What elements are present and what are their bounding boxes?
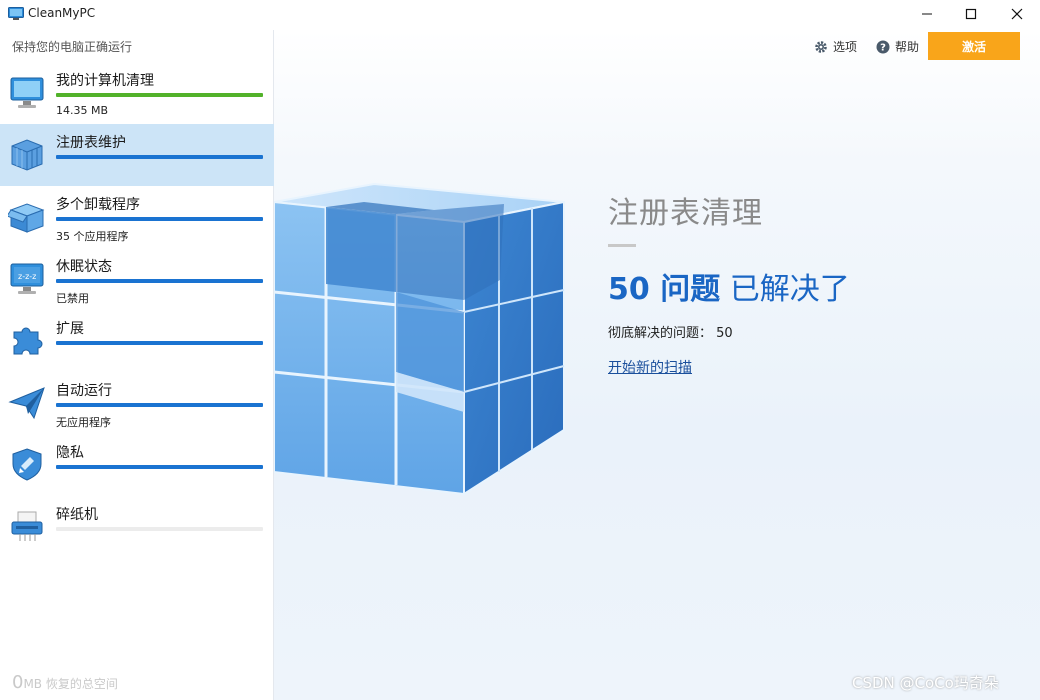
- app-logo-icon: [8, 7, 24, 20]
- sidebar-item-privacy[interactable]: 隐私: [0, 434, 274, 496]
- shield-icon: [12, 448, 42, 481]
- close-button[interactable]: [994, 0, 1040, 28]
- sidebar-item-hibernation[interactable]: z-z-z 休眠状态 已禁用: [0, 248, 274, 310]
- sidebar-item-shredder[interactable]: 碎纸机: [0, 496, 274, 558]
- activate-button[interactable]: 激活: [928, 32, 1020, 60]
- shredder-icon: [11, 511, 43, 541]
- paper-plane-icon: [8, 387, 45, 420]
- progress-bar: [56, 155, 263, 159]
- watermark: CSDN @CoCo玛奇朵: [852, 674, 999, 692]
- gear-icon: [815, 40, 827, 53]
- puzzle-icon: [13, 327, 43, 355]
- box-icon: [8, 203, 45, 233]
- sidebar-item-label: 扩展: [56, 321, 84, 337]
- maximize-button[interactable]: [948, 0, 994, 28]
- progress-bar: [56, 217, 263, 221]
- main-panel: 选项 ? 帮助 激活 注册表清理 50 问题 已解决了 彻底解决的问题： 50 …: [274, 30, 1040, 700]
- svg-text:z-z-z: z-z-z: [18, 272, 36, 281]
- sidebar-item-sub: 已禁用: [56, 292, 89, 305]
- sidebar-item-label: 我的计算机清理: [56, 73, 154, 89]
- help-icon: ?: [876, 40, 890, 53]
- registry-cube-icon: [11, 139, 43, 171]
- sidebar-item-label: 休眠状态: [56, 259, 112, 275]
- total-recovered-space: 0MB 恢复的总空间: [12, 672, 118, 693]
- options-label: 选项: [833, 40, 858, 54]
- app-subtitle: 保持您的电脑正确运行: [12, 40, 133, 54]
- minimize-icon: [922, 13, 932, 15]
- result-headline: 50 问题 已解决了: [608, 264, 850, 308]
- help-label: 帮助: [895, 40, 920, 54]
- sidebar-item-autorun[interactable]: 自动运行 无应用程序: [0, 372, 274, 434]
- minimize-button[interactable]: [904, 0, 950, 28]
- sidebar-item-label: 注册表维护: [56, 135, 126, 151]
- progress-bar: [56, 279, 263, 283]
- solved-label: 已解决了: [729, 272, 850, 307]
- sidebar-item-label: 多个卸载程序: [56, 197, 140, 213]
- new-scan-link[interactable]: 开始新的扫描: [608, 357, 692, 377]
- sidebar-item-uninstaller[interactable]: 多个卸载程序 35 个应用程序: [0, 186, 274, 248]
- total-recovered-label: MB 恢复的总空间: [23, 677, 118, 691]
- sidebar-item-label: 自动运行: [56, 383, 112, 399]
- result-title: 注册表清理: [608, 196, 763, 231]
- sidebar-item-sub: 14.35 MB: [56, 104, 109, 117]
- progress-bar: [56, 465, 263, 469]
- resolved-issues-detail: 彻底解决的问题： 50: [608, 326, 733, 341]
- window-title: CleanMyPC: [28, 6, 96, 20]
- title-bar: CleanMyPC: [0, 0, 1040, 30]
- maximize-icon: [965, 8, 977, 20]
- options-button[interactable]: 选项: [814, 38, 857, 55]
- progress-bar: [56, 341, 263, 345]
- svg-text:?: ?: [880, 42, 886, 53]
- progress-bar: [56, 527, 263, 531]
- sidebar-item-extensions[interactable]: 扩展: [0, 310, 274, 372]
- result-divider: [608, 244, 636, 247]
- sidebar: 保持您的电脑正确运行 我的计算机清理 14.35 MB 注册表维护 多个卸载程序…: [0, 30, 274, 700]
- sleep-monitor-icon: z-z-z: [10, 263, 44, 294]
- sidebar-item-sub: 35 个应用程序: [56, 230, 129, 243]
- progress-bar: [56, 403, 263, 407]
- registry-cube-illustration: [274, 182, 565, 496]
- close-icon: [1011, 8, 1023, 20]
- sidebar-item-label: 隐私: [56, 445, 84, 461]
- help-button[interactable]: ? 帮助: [876, 38, 919, 55]
- issue-count: 50 问题: [608, 272, 721, 307]
- sidebar-item-registry[interactable]: 注册表维护: [0, 124, 274, 186]
- progress-bar: [56, 93, 263, 97]
- sidebar-item-label: 碎纸机: [56, 507, 98, 523]
- sidebar-item-sub: 无应用程序: [56, 416, 111, 429]
- total-recovered-number: 0: [12, 672, 24, 693]
- sidebar-item-computer-cleanup[interactable]: 我的计算机清理 14.35 MB: [0, 62, 274, 124]
- monitor-icon: [10, 77, 44, 108]
